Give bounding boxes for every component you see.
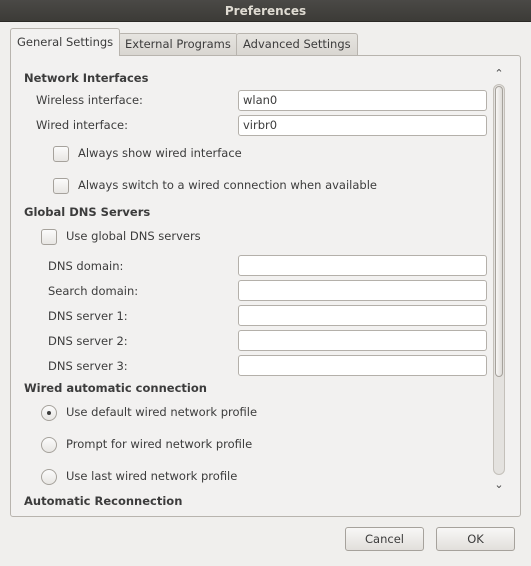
chevron-down-icon[interactable]: ⌄ [492, 479, 506, 491]
tab-general-settings[interactable]: General Settings [10, 28, 121, 56]
tab-advanced-settings[interactable]: Advanced Settings [236, 33, 358, 55]
use-default-profile-radio[interactable] [41, 405, 57, 421]
search-domain-label: Search domain: [48, 284, 139, 298]
dns-domain-label: DNS domain: [48, 259, 124, 273]
ok-button[interactable]: OK [436, 527, 515, 551]
dns-domain-input[interactable] [238, 255, 487, 276]
use-global-dns-label[interactable]: Use global DNS servers [66, 229, 201, 243]
use-global-dns-checkbox[interactable] [41, 229, 57, 245]
dns-server-2-input[interactable] [238, 330, 487, 351]
use-last-profile-label[interactable]: Use last wired network profile [66, 469, 237, 483]
dns-server-2-label: DNS server 2: [48, 334, 128, 348]
prompt-profile-label[interactable]: Prompt for wired network profile [66, 437, 252, 451]
network-interfaces-heading: Network Interfaces [24, 71, 149, 85]
chevron-up-icon[interactable]: ⌃ [492, 68, 506, 80]
search-domain-input[interactable] [238, 280, 487, 301]
always-show-wired-checkbox[interactable] [53, 146, 69, 162]
dns-server-3-input[interactable] [238, 355, 487, 376]
dns-server-1-label: DNS server 1: [48, 309, 128, 323]
global-dns-heading: Global DNS Servers [24, 205, 151, 219]
wired-interface-input[interactable]: virbr0 [238, 115, 487, 136]
window-title: Preferences [224, 4, 307, 18]
scroll-trough[interactable] [493, 84, 505, 475]
wireless-interface-label: Wireless interface: [36, 93, 143, 107]
vertical-scrollbar[interactable]: ⌃ ⌄ [492, 68, 506, 502]
tab-external-programs[interactable]: External Programs [118, 33, 238, 55]
title-bar[interactable]: Preferences [0, 0, 531, 22]
dns-server-1-input[interactable] [238, 305, 487, 326]
wired-interface-label: Wired interface: [36, 118, 128, 132]
cancel-button[interactable]: Cancel [345, 527, 424, 551]
always-switch-wired-checkbox[interactable] [53, 178, 69, 194]
scroll-thumb[interactable] [495, 86, 503, 377]
use-last-profile-radio[interactable] [41, 469, 57, 485]
dns-server-3-label: DNS server 3: [48, 359, 128, 373]
automatic-reconnection-heading: Automatic Reconnection [24, 494, 183, 508]
always-switch-wired-label[interactable]: Always switch to a wired connection when… [78, 178, 377, 192]
prompt-profile-radio[interactable] [41, 437, 57, 453]
use-default-profile-label[interactable]: Use default wired network profile [66, 405, 257, 419]
wireless-interface-input[interactable]: wlan0 [238, 90, 487, 111]
general-settings-panel: Network Interfaces Wireless interface: w… [10, 55, 521, 517]
always-show-wired-label[interactable]: Always show wired interface [78, 146, 242, 160]
wired-auto-connection-heading: Wired automatic connection [24, 381, 207, 395]
